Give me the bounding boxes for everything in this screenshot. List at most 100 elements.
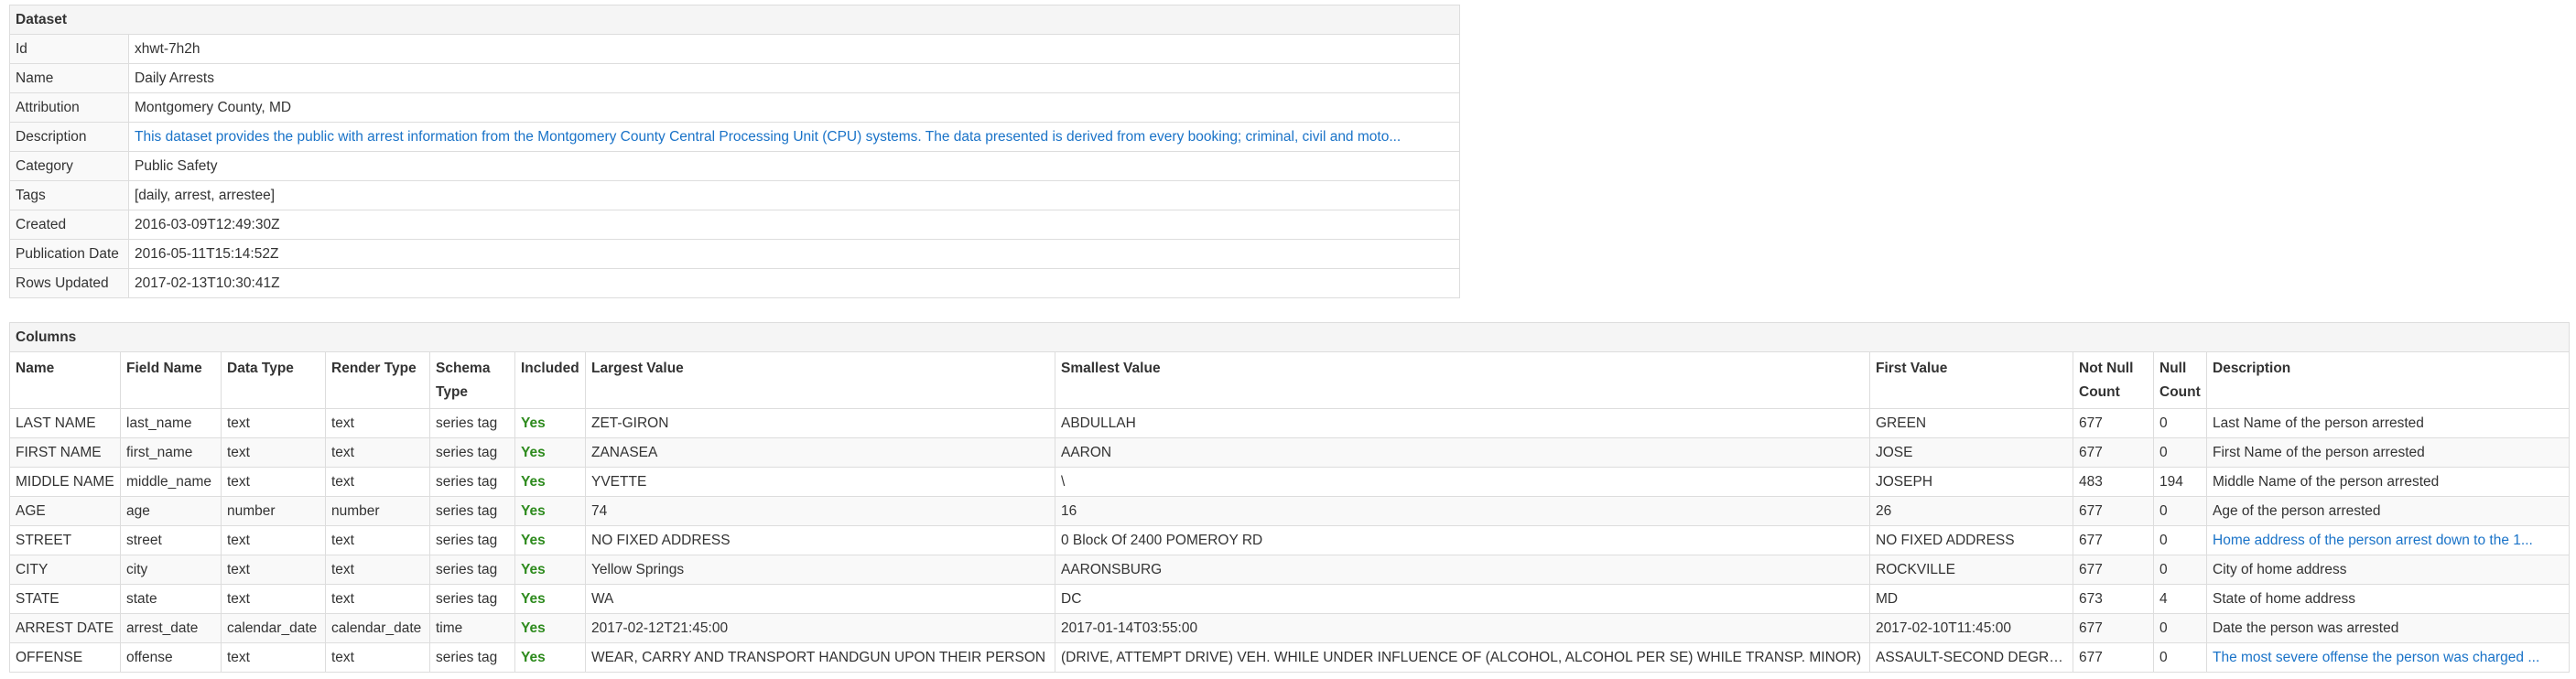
dataset-description-link[interactable]: This dataset provides the public with ar… [128, 122, 1460, 152]
dataset-row-tags: Tags [daily, arrest, arrestee] [9, 180, 1460, 210]
dataset-key: Category [9, 151, 129, 181]
cell-description: Last Name of the person arrested [2206, 408, 2570, 438]
dataset-value: Montgomery County, MD [128, 92, 1460, 123]
cell-render-type: text [325, 584, 430, 614]
dataset-key: Id [9, 34, 129, 64]
table-row: OFFENSE offense text text series tag Yes WEAR,… [9, 642, 2570, 673]
cell-smallest-value: 0 Block Of 2400 POMEROY RD [1055, 525, 1870, 555]
table-row: LAST NAME last_name text text series tag Yes Z… [9, 408, 2570, 438]
cell-first-value: NO FIXED ADDRESS [1869, 525, 2073, 555]
cell-null-count: 0 [2153, 642, 2207, 673]
column-header-field-name: Field Name [120, 351, 222, 409]
cell-not-null-count: 673 [2073, 584, 2154, 614]
cell-render-type: text [325, 525, 430, 555]
dataset-key: Name [9, 63, 129, 93]
cell-render-type: text [325, 467, 430, 497]
dataset-key: Publication Date [9, 239, 129, 269]
cell-null-count: 0 [2153, 496, 2207, 526]
cell-not-null-count: 677 [2073, 613, 2154, 643]
cell-first-value: ROCKVILLE [1869, 555, 2073, 585]
cell-data-type: calendar_date [221, 613, 326, 643]
cell-largest-value: ZET-GIRON [585, 408, 1055, 438]
cell-not-null-count: 677 [2073, 525, 2154, 555]
cell-schema-type: series tag [429, 642, 515, 673]
cell-largest-value: 2017-02-12T21:45:00 [585, 613, 1055, 643]
cell-data-type: text [221, 467, 326, 497]
cell-smallest-value: AARON [1055, 437, 1870, 468]
cell-null-count: 0 [2153, 555, 2207, 585]
cell-schema-type: series tag [429, 437, 515, 468]
cell-not-null-count: 483 [2073, 467, 2154, 497]
cell-null-count: 194 [2153, 467, 2207, 497]
column-header-name: Name [9, 351, 121, 409]
column-header-first-value: First Value [1869, 351, 2073, 409]
dataset-row-id: Id xhwt-7h2h [9, 34, 1460, 64]
cell-null-count: 0 [2153, 613, 2207, 643]
cell-description-link[interactable]: Home address of the person arrest down t… [2206, 525, 2570, 555]
dataset-row-name: Name Daily Arrests [9, 63, 1460, 93]
dataset-key: Created [9, 210, 129, 240]
cell-included: Yes [514, 613, 586, 643]
dataset-value: 2017-02-13T10:30:41Z [128, 268, 1460, 298]
dataset-row-category: Category Public Safety [9, 151, 1460, 181]
cell-name: STREET [9, 525, 121, 555]
dataset-row-attribution: Attribution Montgomery County, MD [9, 92, 1460, 123]
dataset-panel: Dataset Id xhwt-7h2h Name Daily Arrests … [9, 5, 1460, 298]
dataset-row-description: Description This dataset provides the pu… [9, 122, 1460, 152]
cell-name: OFFENSE [9, 642, 121, 673]
cell-smallest-value: ABDULLAH [1055, 408, 1870, 438]
cell-description: Age of the person arrested [2206, 496, 2570, 526]
dataset-row-publication-date: Publication Date 2016-05-11T15:14:52Z [9, 239, 1460, 269]
cell-field-name: state [120, 584, 222, 614]
cell-not-null-count: 677 [2073, 408, 2154, 438]
cell-included: Yes [514, 467, 586, 497]
cell-largest-value: NO FIXED ADDRESS [585, 525, 1055, 555]
cell-schema-type: series tag [429, 467, 515, 497]
cell-description-link[interactable]: The most severe offense the person was c… [2206, 642, 2570, 673]
columns-header-row: Name Field Name Data Type Render Type Schema… [9, 351, 2570, 409]
columns-table-body: LAST NAME last_name text text series tag Yes Z… [9, 408, 2570, 673]
cell-schema-type: series tag [429, 525, 515, 555]
dataset-key: Description [9, 122, 129, 152]
cell-description: State of home address [2206, 584, 2570, 614]
cell-data-type: text [221, 584, 326, 614]
cell-field-name: street [120, 525, 222, 555]
cell-first-value: JOSEPH [1869, 467, 2073, 497]
dataset-value: Daily Arrests [128, 63, 1460, 93]
cell-name: AGE [9, 496, 121, 526]
column-header-not-null-count: Not Null Count [2073, 351, 2154, 409]
cell-render-type: text [325, 555, 430, 585]
dataset-key: Tags [9, 180, 129, 210]
cell-included: Yes [514, 408, 586, 438]
cell-smallest-value: (DRIVE, ATTEMPT DRIVE) VEH. WHILE UNDER … [1055, 642, 1870, 673]
cell-render-type: text [325, 437, 430, 468]
cell-field-name: middle_name [120, 467, 222, 497]
table-row: STATE state text text series tag Yes WA DC MD 673… [9, 584, 2570, 614]
dataset-value: 2016-03-09T12:49:30Z [128, 210, 1460, 240]
cell-largest-value: 74 [585, 496, 1055, 526]
cell-first-value: ASSAULT-SECOND DEGREE [1869, 642, 2073, 673]
dataset-row-rows-updated: Rows Updated 2017-02-13T10:30:41Z [9, 268, 1460, 298]
column-header-data-type: Data Type [221, 351, 326, 409]
cell-included: Yes [514, 642, 586, 673]
table-row: AGE age number number series tag Yes 74 16 26 677… [9, 496, 2570, 526]
cell-not-null-count: 677 [2073, 642, 2154, 673]
cell-schema-type: series tag [429, 584, 515, 614]
cell-name: LAST NAME [9, 408, 121, 438]
cell-smallest-value: \ [1055, 467, 1870, 497]
cell-first-value: MD [1869, 584, 2073, 614]
table-row: MIDDLE NAME middle_name text text series tag… [9, 467, 2570, 497]
table-row: ARREST DATE arrest_date calendar_date calen… [9, 613, 2570, 643]
cell-field-name: city [120, 555, 222, 585]
dataset-value: Public Safety [128, 151, 1460, 181]
cell-name: FIRST NAME [9, 437, 121, 468]
column-header-included: Included [514, 351, 586, 409]
column-header-null-count: Null Count [2153, 351, 2207, 409]
cell-largest-value: Yellow Springs [585, 555, 1055, 585]
cell-data-type: text [221, 408, 326, 438]
table-row: FIRST NAME first_name text text series tag Ye… [9, 437, 2570, 468]
cell-included: Yes [514, 525, 586, 555]
cell-first-value: GREEN [1869, 408, 2073, 438]
column-header-smallest-value: Smallest Value [1055, 351, 1870, 409]
cell-description: Middle Name of the person arrested [2206, 467, 2570, 497]
